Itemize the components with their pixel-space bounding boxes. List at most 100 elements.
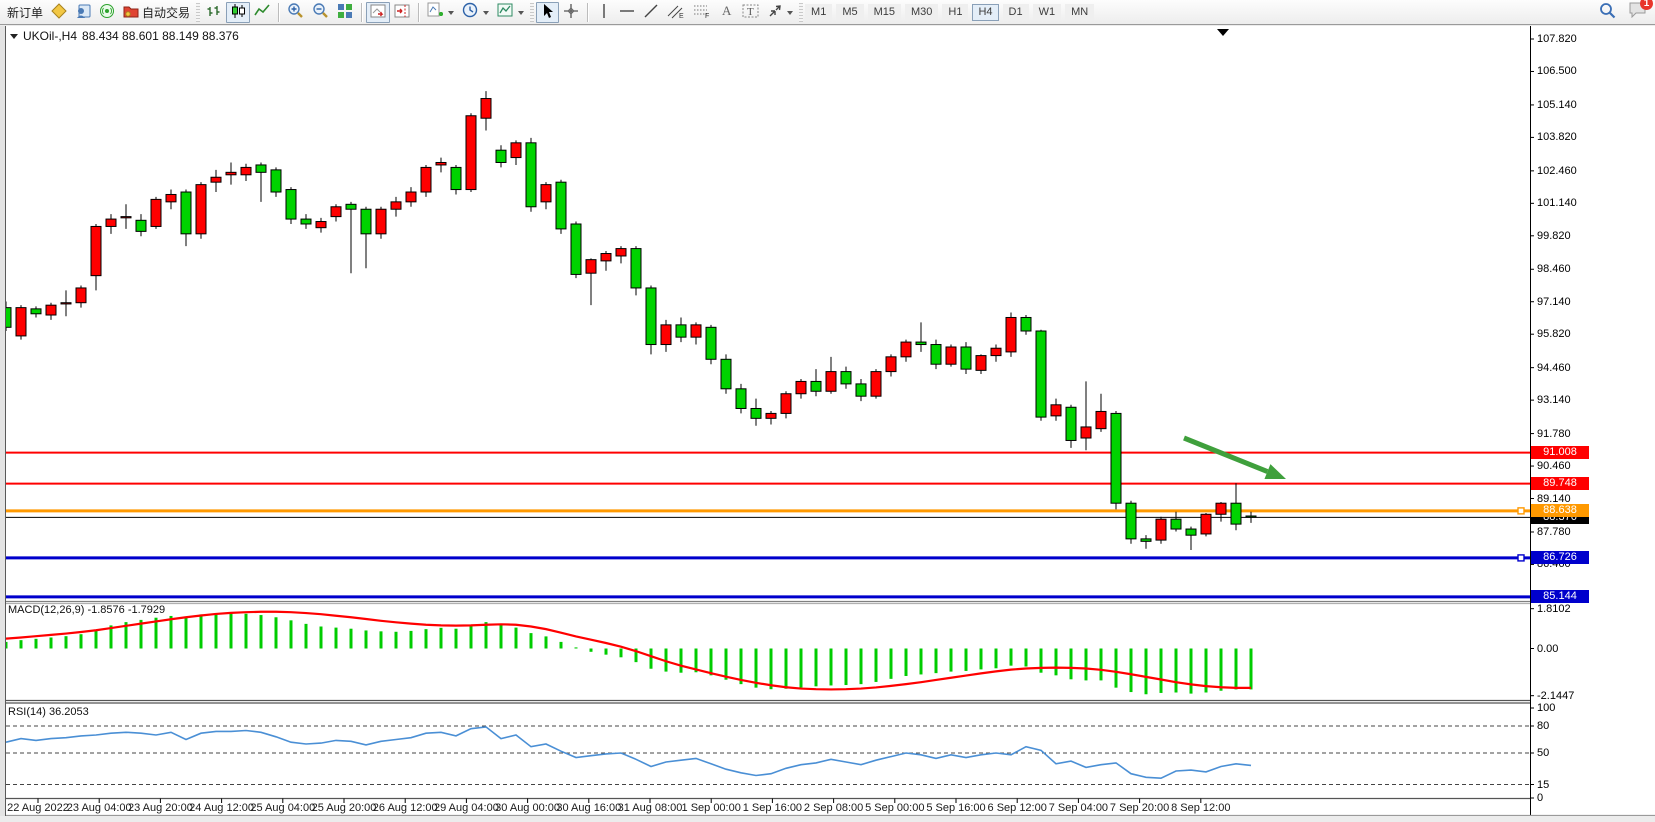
market-watch-button[interactable]: [71, 2, 95, 23]
timeframe-H1-button[interactable]: H1: [942, 4, 968, 21]
chart-legend[interactable]: UKOil-,H4 88.434 88.601 88.149 88.376: [10, 29, 239, 43]
zoom-out-button[interactable]: [308, 2, 333, 23]
equidistant-channel-icon: E: [667, 3, 685, 22]
price-axis-tick: 89.140: [1537, 493, 1571, 505]
new-order-button[interactable]: 新订单: [3, 2, 47, 23]
timeframe-M30-button[interactable]: M30: [905, 4, 938, 21]
price-line-badge-88.638[interactable]: 88.638: [1531, 504, 1589, 517]
rsi-axis-tick: 0: [1537, 792, 1543, 804]
indicators-icon: [427, 2, 444, 22]
time-axis-label: 5 Sep 16:00: [926, 802, 985, 814]
line-chart-button[interactable]: [250, 2, 274, 23]
timeframe-M15-button[interactable]: M15: [868, 4, 901, 21]
zoom-out-icon: [312, 2, 329, 22]
text-label-button[interactable]: T: [738, 2, 763, 23]
time-axis-label: 23 Aug 04:00: [67, 802, 132, 814]
price-axis-tick: 87.780: [1537, 526, 1571, 538]
fibonacci-button[interactable]: F: [689, 2, 715, 23]
chart-canvas[interactable]: [0, 26, 1655, 822]
svg-text:T: T: [747, 6, 754, 18]
text-label-icon: T: [742, 3, 759, 22]
equidistant-channel-button[interactable]: E: [663, 2, 689, 23]
candlestick-chart-button[interactable]: [226, 2, 250, 23]
zoom-in-button[interactable]: [283, 2, 308, 23]
time-axis-label: 30 Aug 16:00: [556, 802, 621, 814]
trend-arrow-head: [1264, 464, 1286, 479]
timeframe-MN-button[interactable]: MN: [1065, 4, 1094, 21]
signals-button[interactable]: [95, 2, 119, 23]
toolbar: 新订单 自动交易 E F A T M1M5 M15M30H1H4 D1W1MN 1: [0, 0, 1655, 25]
time-axis-label: 7 Sep 20:00: [1110, 802, 1169, 814]
scroll-marker-icon[interactable]: [1217, 29, 1229, 36]
macd-axis-tick: 0.00: [1537, 643, 1558, 655]
macd-axis-tick: -2.1447: [1537, 690, 1574, 702]
trend-arrow[interactable]: [1184, 438, 1267, 472]
bar-chart-button[interactable]: [202, 2, 226, 23]
timeframe-H4-button[interactable]: H4: [972, 4, 998, 21]
time-axis-label: 7 Sep 04:00: [1049, 802, 1108, 814]
text-button[interactable]: A: [715, 2, 738, 23]
timeframe-M5-button[interactable]: M5: [836, 4, 863, 21]
cursor-button[interactable]: [536, 2, 559, 23]
arrows-icon: [767, 3, 783, 22]
toolbar-grip: [799, 3, 803, 22]
svg-text:A: A: [722, 3, 732, 18]
toolbar-grip: [196, 3, 200, 22]
crosshair-button[interactable]: [559, 2, 583, 23]
chart-ohlc-readout: 88.434 88.601 88.149 88.376: [82, 29, 239, 43]
chart-legend-expander-icon: [10, 34, 18, 43]
trendline-button[interactable]: [639, 2, 663, 23]
text-icon: A: [720, 3, 734, 21]
timeframe-W1-button[interactable]: W1: [1033, 4, 1062, 21]
horizontal-line-button[interactable]: [615, 2, 639, 23]
arrows-button[interactable]: [763, 2, 797, 23]
indicators-button[interactable]: [423, 2, 458, 23]
time-axis-label: 1 Sep 16:00: [743, 802, 802, 814]
macd-axis-tick: 1.8102: [1537, 603, 1571, 615]
chat-button[interactable]: 1: [1628, 1, 1647, 23]
auto-scroll-button[interactable]: [366, 2, 390, 23]
time-axis-label: 31 Aug 08:00: [618, 802, 683, 814]
rsi-axis-tick: 50: [1537, 747, 1549, 759]
timeframe-D1-button[interactable]: D1: [1003, 4, 1029, 21]
window-left-edge: [0, 26, 6, 816]
price-axis-tick: 102.460: [1537, 165, 1577, 177]
search-icon: [1599, 2, 1616, 22]
zoom-in-icon: [287, 2, 304, 22]
tile-windows-button[interactable]: [333, 2, 357, 23]
cursor-icon: [540, 3, 555, 22]
history-center-icon: [51, 3, 67, 22]
price-axis-tick: 93.140: [1537, 394, 1571, 406]
history-center-button[interactable]: [47, 2, 71, 23]
price-axis-tick: 90.460: [1537, 460, 1571, 472]
auto-trading-button[interactable]: 自动交易: [119, 2, 194, 23]
toolbar-separator: [278, 3, 279, 22]
search-button[interactable]: [1595, 2, 1620, 23]
price-axis-tick: 105.140: [1537, 99, 1577, 111]
price-axis-tick: 97.140: [1537, 296, 1571, 308]
time-axis-label: 30 Aug 00:00: [495, 802, 560, 814]
price-line-badge-86.726[interactable]: 86.726: [1531, 551, 1589, 564]
tile-windows-icon: [337, 3, 353, 22]
toolbar-separator: [361, 3, 362, 22]
chart-shift-icon: [394, 3, 410, 22]
trendline-icon: [643, 3, 659, 22]
price-line-badge-91.008[interactable]: 91.008: [1531, 446, 1589, 459]
templates-dropdown-caret: [518, 11, 524, 18]
vertical-line-button[interactable]: [592, 2, 615, 23]
chart-shift-button[interactable]: [390, 2, 414, 23]
rsi-axis-tick: 100: [1537, 702, 1555, 714]
templates-button[interactable]: [493, 2, 528, 23]
vertical-line-icon: [598, 3, 610, 22]
candlestick-chart-icon: [230, 3, 246, 22]
time-axis-label: 2 Sep 08:00: [804, 802, 863, 814]
price-line-badge-89.748[interactable]: 89.748: [1531, 477, 1589, 490]
auto-scroll-icon: [370, 3, 386, 22]
new-order-label: 新订单: [7, 4, 43, 21]
timeframe-M1-button[interactable]: M1: [805, 4, 832, 21]
periods-button[interactable]: [458, 2, 493, 23]
periods-dropdown-caret: [483, 11, 489, 18]
toolbar-right: 1: [1595, 1, 1655, 23]
fibonacci-icon: F: [693, 3, 711, 22]
price-line-badge-85.144[interactable]: 85.144: [1531, 590, 1589, 603]
